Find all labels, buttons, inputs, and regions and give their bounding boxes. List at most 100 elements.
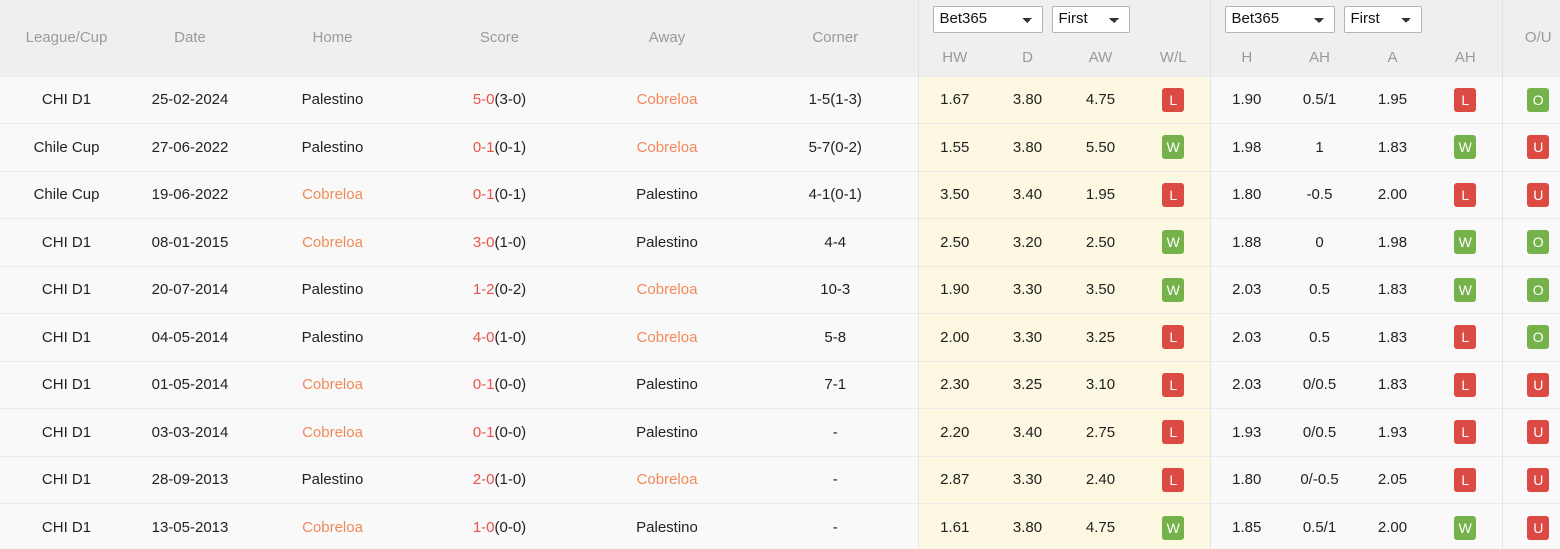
column-header-ah-result: AH: [1429, 38, 1502, 76]
cell-ah-result-badge: W: [1429, 218, 1502, 266]
home-team-name: Cobreloa: [302, 519, 363, 536]
cell-home-team[interactable]: Cobreloa: [247, 503, 418, 549]
column-header-away: Away: [581, 0, 753, 76]
table-row[interactable]: Chile Cup 27-06-2022 Palestino 0-1(0-1) Cobr…: [0, 123, 1560, 171]
cell-win-loss-badge: L: [1137, 455, 1210, 504]
cell-score[interactable]: 5-0(3-0): [418, 75, 581, 124]
score-fulltime: 0-1: [472, 186, 495, 204]
cell-away-team[interactable]: Cobreloa: [581, 455, 753, 504]
cell-away-team[interactable]: Cobreloa: [581, 123, 753, 171]
cell-home-team[interactable]: Palestino: [247, 313, 418, 361]
over-under-badge: U: [1527, 135, 1550, 160]
cell-score[interactable]: 2-0(1-0): [418, 455, 581, 504]
score-fulltime: 1-0: [472, 519, 495, 536]
cell-score[interactable]: 0-1(0-0): [418, 360, 581, 409]
cell-ah-odds-home: 1.80: [1209, 170, 1283, 219]
cell-ah-handicap: 0/0.5: [1283, 408, 1356, 456]
cell-ah-odds-away: 2.05: [1356, 455, 1429, 504]
cell-ah-result-badge: L: [1429, 313, 1502, 361]
cell-score[interactable]: 0-1(0-1): [418, 123, 581, 171]
cell-odds-draw: 3.30: [991, 265, 1064, 314]
table-row[interactable]: Chile Cup 19-06-2022 Cobreloa 0-1(0-1) Pales…: [0, 170, 1560, 219]
table-row[interactable]: CHI D1 08-01-2015 Cobreloa 3-0(1-0) Palestin…: [0, 218, 1560, 266]
cell-score[interactable]: 0-1(0-1): [418, 170, 581, 219]
column-header-wl: W/L: [1137, 38, 1210, 76]
table-row[interactable]: CHI D1 03-03-2014 Cobreloa 0-1(0-0) Palestin…: [0, 408, 1560, 456]
cell-away-team[interactable]: Palestino: [581, 408, 753, 456]
score-halftime: (0-0): [494, 423, 527, 441]
table-row[interactable]: CHI D1 25-02-2024 Palestino 5-0(3-0) Cobrelo…: [0, 75, 1560, 124]
cell-ah-odds-away: 1.98: [1356, 218, 1429, 266]
score-fulltime: 1-2: [472, 281, 495, 299]
cell-league-cup: CHI D1: [0, 313, 133, 361]
cell-ah-odds-away: 1.83: [1356, 123, 1429, 171]
cell-away-team[interactable]: Palestino: [581, 503, 753, 549]
cell-home-team[interactable]: Cobreloa: [247, 408, 418, 456]
cell-away-team[interactable]: Cobreloa: [581, 265, 753, 314]
cell-odds-home-win: 2.87: [917, 455, 991, 504]
cell-ah-odds-away: 1.83: [1356, 360, 1429, 409]
cell-score[interactable]: 1-2(0-2): [418, 265, 581, 314]
cell-odds-home-win: 2.20: [917, 408, 991, 456]
cell-ah-result-badge: L: [1429, 75, 1502, 124]
away-team-name: Cobreloa: [636, 281, 698, 299]
cell-away-team[interactable]: Cobreloa: [581, 313, 753, 361]
cell-away-team[interactable]: Palestino: [581, 218, 753, 266]
cell-odds-away-win: 3.25: [1064, 313, 1137, 361]
score-fulltime: 0-1: [472, 376, 495, 394]
odds-group-2-selectors: Bet365 First: [1209, 0, 1502, 38]
table-body: CHI D1 25-02-2024 Palestino 5-0(3-0) Cobrelo…: [0, 75, 1560, 549]
cell-odds-draw: 3.25: [991, 360, 1064, 409]
cell-over-under-badge: U: [1501, 170, 1560, 219]
cell-away-team[interactable]: Palestino: [581, 170, 753, 219]
score-halftime: (0-2): [494, 281, 527, 299]
cell-odds-draw: 3.40: [991, 408, 1064, 456]
column-header-aw: AW: [1064, 38, 1137, 76]
cell-score[interactable]: 4-0(1-0): [418, 313, 581, 361]
cell-corner: 4-4: [753, 218, 918, 266]
cell-home-team[interactable]: Palestino: [247, 123, 418, 171]
table-row[interactable]: CHI D1 13-05-2013 Cobreloa 1-0(0-0) Palestin…: [0, 503, 1560, 549]
head-to-head-table: League/Cup Date Home Score Away Corner B…: [0, 0, 1560, 549]
cell-home-team[interactable]: Palestino: [247, 455, 418, 504]
score-halftime: (1-0): [494, 471, 527, 489]
period-select-group1[interactable]: First: [1051, 5, 1130, 33]
score-halftime: (1-0): [494, 233, 527, 251]
cell-ah-result-badge: L: [1429, 408, 1502, 456]
cell-date: 20-07-2014: [133, 265, 247, 314]
cell-score[interactable]: 0-1(0-0): [418, 408, 581, 456]
period-select-group2[interactable]: First: [1343, 5, 1422, 33]
table-row[interactable]: CHI D1 01-05-2014 Cobreloa 0-1(0-0) Palestin…: [0, 360, 1560, 409]
cell-away-team[interactable]: Palestino: [581, 360, 753, 409]
cell-home-team[interactable]: Palestino: [247, 265, 418, 314]
table-row[interactable]: CHI D1 04-05-2014 Palestino 4-0(1-0) Cobrelo…: [0, 313, 1560, 361]
column-header-over-under: O/U: [1501, 0, 1560, 76]
cell-ah-handicap: 0/-0.5: [1283, 455, 1356, 504]
win-loss-badge: L: [1162, 87, 1185, 112]
cell-odds-away-win: 2.75: [1064, 408, 1137, 456]
home-team-name: Palestino: [301, 471, 364, 489]
cell-home-team[interactable]: Palestino: [247, 75, 418, 124]
cell-over-under-badge: O: [1501, 218, 1560, 266]
cell-ah-odds-home: 2.03: [1209, 265, 1283, 314]
cell-odds-draw: 3.80: [991, 75, 1064, 124]
cell-home-team[interactable]: Cobreloa: [247, 170, 418, 219]
cell-ah-odds-away: 2.00: [1356, 170, 1429, 219]
table-row[interactable]: CHI D1 28-09-2013 Palestino 2-0(1-0) Cobrelo…: [0, 455, 1560, 504]
cell-home-team[interactable]: Cobreloa: [247, 360, 418, 409]
cell-ah-handicap: 0.5: [1283, 313, 1356, 361]
over-under-badge: U: [1527, 182, 1550, 207]
column-header-home: Home: [247, 0, 418, 76]
cell-home-team[interactable]: Cobreloa: [247, 218, 418, 266]
cell-score[interactable]: 3-0(1-0): [418, 218, 581, 266]
selector-row: League/Cup Date Home Score Away Corner B…: [0, 0, 1560, 76]
home-team-name: Cobreloa: [302, 376, 363, 394]
cell-score[interactable]: 1-0(0-0): [418, 503, 581, 549]
bookmaker-select-group1[interactable]: Bet365: [932, 5, 1043, 33]
cell-away-team[interactable]: Cobreloa: [581, 75, 753, 124]
bookmaker-select-group2[interactable]: Bet365: [1224, 5, 1335, 33]
cell-over-under-badge: U: [1501, 503, 1560, 549]
column-header-a: A: [1356, 38, 1429, 76]
away-team-name: Cobreloa: [636, 328, 698, 346]
table-row[interactable]: CHI D1 20-07-2014 Palestino 1-2(0-2) Cobrelo…: [0, 265, 1560, 314]
